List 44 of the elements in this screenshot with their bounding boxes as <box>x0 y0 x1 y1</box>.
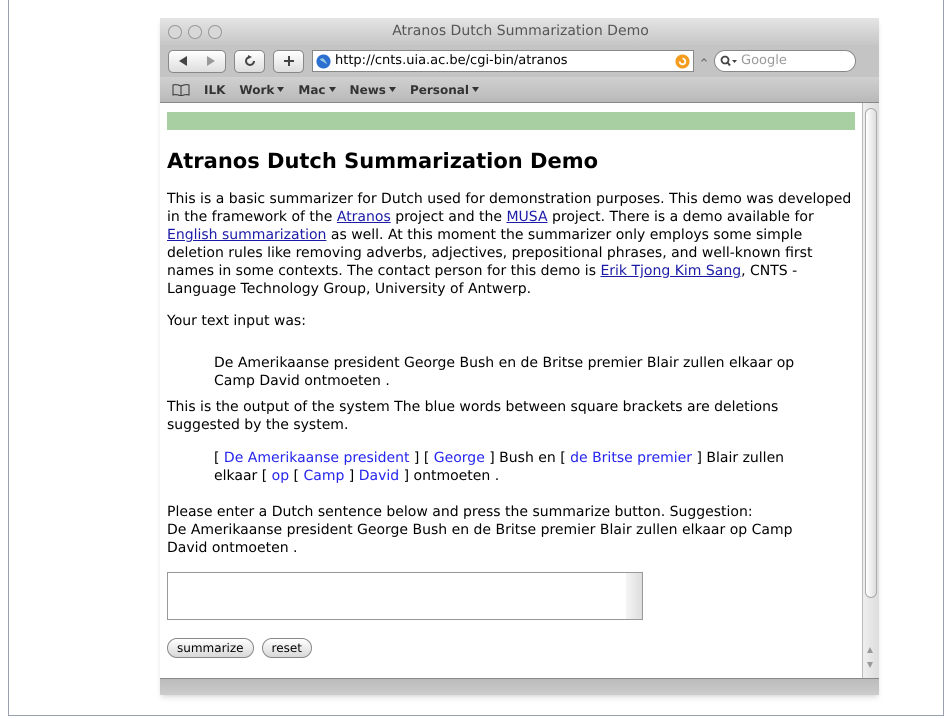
search-field[interactable]: Google <box>714 50 856 72</box>
reset-button[interactable]: reset <box>262 638 312 658</box>
input-sentence: De Amerikaanse president George Bush en de Britse premier Blair zullen elkaar op Camp David ontmoeten . <box>214 354 796 390</box>
minimize-button[interactable] <box>188 24 202 38</box>
text-link[interactable]: MUSA <box>506 209 548 225</box>
summarize-button[interactable]: summarize <box>167 638 254 658</box>
zoom-button[interactable] <box>208 24 222 38</box>
back-forward-button[interactable] <box>168 50 226 72</box>
caret-icon <box>701 58 707 64</box>
reload-button[interactable] <box>234 50 265 72</box>
bookmark-menu[interactable]: Personal <box>410 80 479 98</box>
book-icon[interactable] <box>172 84 190 96</box>
text-link[interactable]: Atranos <box>336 209 391 225</box>
globe-icon <box>316 54 331 68</box>
scrollbar[interactable] <box>862 103 879 678</box>
window-title: Atranos Dutch Summarization Demo <box>392 22 649 41</box>
input-label: Your text input was: <box>167 312 307 330</box>
back-arrow-icon <box>178 56 188 66</box>
dropdown-arrow-icon <box>388 87 396 92</box>
text-link[interactable]: Erik Tjong Kim Sang <box>600 263 742 279</box>
plus-icon <box>282 55 294 67</box>
reload-icon <box>244 55 256 67</box>
output-label: This is the output of the system The blue words between square brackets are deletions suggested by the system. <box>167 398 780 434</box>
dropdown-arrow-icon <box>277 87 284 92</box>
dropdown-arrow-icon <box>328 87 336 92</box>
forward-arrow-icon <box>206 56 216 66</box>
address-field[interactable]: http://cnts.uia.ac.be/cgi-bin/atranos <box>312 50 694 72</box>
add-bookmark-button[interactable] <box>273 50 304 72</box>
sentence-input[interactable] <box>167 572 643 620</box>
refresh-icon <box>675 54 690 68</box>
dropdown-arrow-icon <box>472 87 479 92</box>
output-sentence: [ De Amerikaanse president ] [ George ] Bush en [ de Britse premier ] Blair zullen elkaar [ op [ Camp ] David ] ontmoeten . <box>214 449 786 485</box>
search-input[interactable]: Google <box>741 51 841 71</box>
bookmark-menu[interactable]: News <box>350 80 396 98</box>
bookmark-menu[interactable]: Mac <box>298 80 336 98</box>
bookmark-menu[interactable]: Work <box>239 80 284 98</box>
text-link[interactable]: English summarization <box>167 227 326 243</box>
suggestion-text: De Amerikaanse president George Bush en de Britse premier Blair zullen elkaar op Camp David ontmoeten . <box>167 521 794 557</box>
intro-paragraph: This is a basic summarizer for Dutch used for demonstration purposes. This demo was developed in the framework of the Atranos project and the MUSA project. There is a demo available for English summarization as well. At this moment the summarizer only employs some simple deletion rules like removing adverbs, adjectives, prepositional phrases, and well-known first names in some contexts. The contact person for this demo is Erik Tjong Kim Sang, CNTS - Language Technology Group, University of Antwerp. <box>167 190 852 298</box>
bookmark-item[interactable]: ILK <box>204 80 226 98</box>
page-heading: Atranos Dutch Summarization Demo <box>167 152 600 170</box>
search-icon <box>720 55 738 67</box>
prompt-text: Please enter a Dutch sentence below and press the summarize button. Suggestion: <box>167 503 754 521</box>
close-button[interactable] <box>168 24 182 38</box>
